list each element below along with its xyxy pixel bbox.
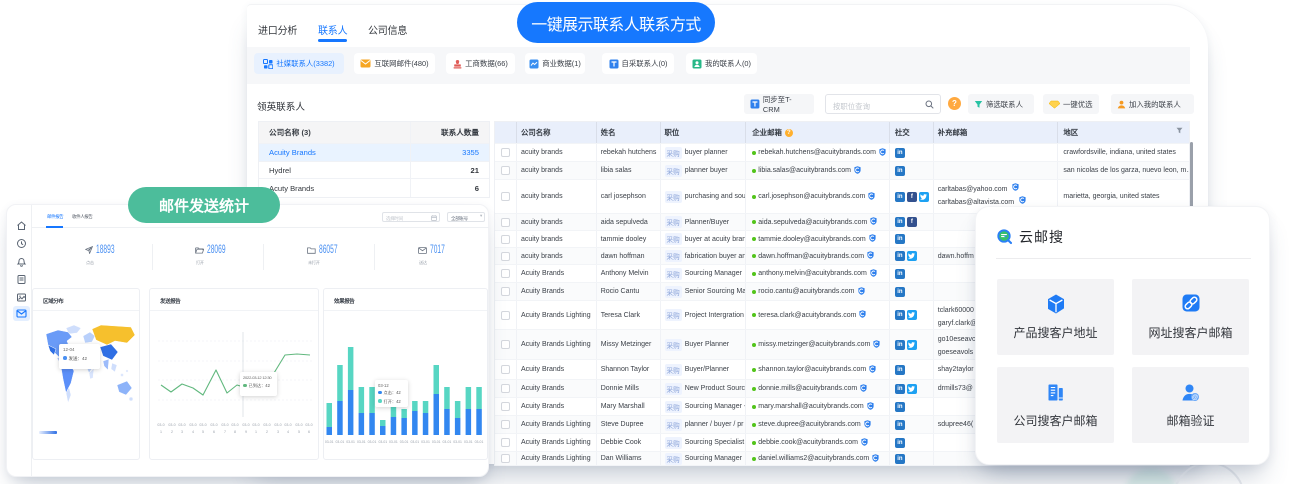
svg-text:03-0: 03-0 [210, 423, 217, 427]
svg-text:03-0: 03-0 [221, 423, 228, 427]
svg-text:03-0: 03-0 [274, 423, 281, 427]
svg-text:03-01: 03-01 [357, 440, 366, 444]
svg-text:1: 1 [255, 430, 257, 434]
svg-text:@: @ [1192, 394, 1198, 401]
svg-text:03-0: 03-0 [252, 423, 259, 427]
svg-text:5: 5 [298, 430, 300, 434]
svg-text:03-0: 03-0 [242, 423, 249, 427]
svg-text:03-0: 03-0 [284, 423, 291, 427]
svg-text:03-0: 03-0 [305, 423, 312, 427]
svg-text:03-01: 03-01 [410, 440, 419, 444]
svg-text:03-01: 03-01 [421, 440, 430, 444]
svg-text:6: 6 [213, 430, 215, 434]
svg-text:7: 7 [224, 430, 226, 434]
svg-text:03-01: 03-01 [400, 440, 409, 444]
svg-text:03-0: 03-0 [231, 423, 238, 427]
svg-text:03-01: 03-01 [389, 440, 398, 444]
svg-text:03-01: 03-01 [475, 440, 484, 444]
svg-text:2: 2 [266, 430, 268, 434]
svg-text:3: 3 [277, 430, 279, 434]
svg-text:03-01: 03-01 [325, 440, 334, 444]
svg-text:03-01: 03-01 [368, 440, 377, 444]
svg-text:5: 5 [202, 430, 204, 434]
svg-text:03-01: 03-01 [464, 440, 473, 444]
svg-text:2: 2 [171, 430, 173, 434]
svg-text:8: 8 [234, 430, 236, 434]
svg-text:03-0: 03-0 [295, 423, 302, 427]
svg-text:03-0: 03-0 [199, 423, 206, 427]
svg-text:03-0: 03-0 [168, 423, 175, 427]
svg-text:4: 4 [287, 430, 289, 434]
svg-text:03-0: 03-0 [263, 423, 270, 427]
svg-text:3: 3 [181, 430, 183, 434]
svg-text:03-0: 03-0 [189, 423, 196, 427]
svg-text:6: 6 [308, 430, 310, 434]
svg-text:03-01: 03-01 [443, 440, 452, 444]
svg-text:4: 4 [192, 430, 194, 434]
svg-text:03-0: 03-0 [178, 423, 185, 427]
svg-text:03-0: 03-0 [157, 423, 164, 427]
svg-text:03-01: 03-01 [336, 440, 345, 444]
svg-text:03-01: 03-01 [432, 440, 441, 444]
svg-text:1: 1 [160, 430, 162, 434]
svg-text:03-01: 03-01 [453, 440, 462, 444]
svg-text:9: 9 [245, 430, 247, 434]
svg-text:03-01: 03-01 [378, 440, 387, 444]
svg-text:03-01: 03-01 [346, 440, 355, 444]
